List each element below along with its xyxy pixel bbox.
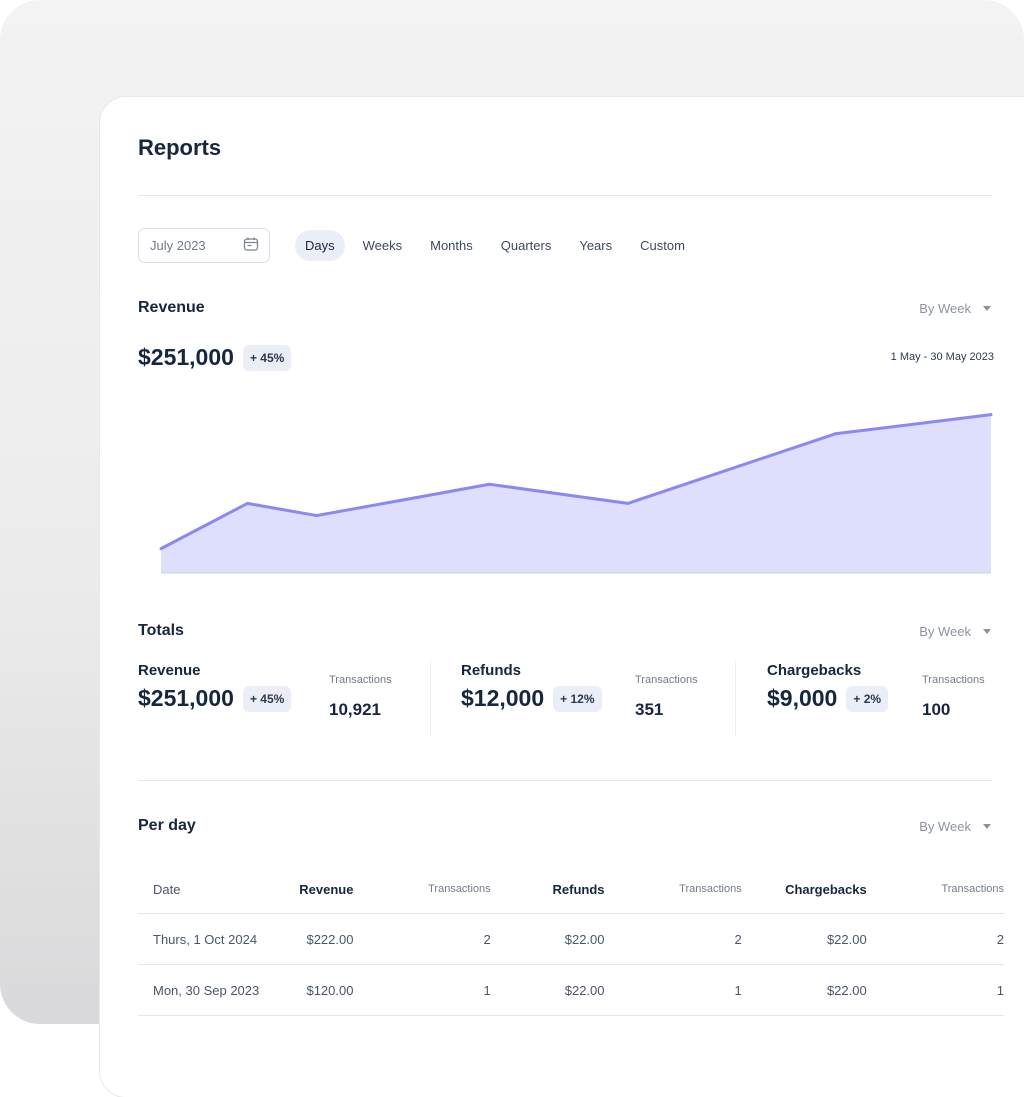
totals-refunds: Refunds $12,000 + 12% — [461, 662, 602, 712]
date-picker-input[interactable]: July 2023 — [138, 228, 270, 263]
group-by-label: By Week — [919, 301, 971, 316]
cell-revenue: $222.00 — [274, 913, 354, 965]
group-by-label: By Week — [919, 819, 971, 834]
cell-transactions: 2 — [604, 913, 742, 965]
per-day-title: Per day — [138, 817, 196, 834]
transactions-value: 10,921 — [329, 700, 381, 719]
header-divider — [138, 195, 992, 196]
section-divider — [138, 780, 992, 781]
transactions-value: 100 — [922, 700, 951, 719]
revenue-change-badge: + 45% — [242, 344, 292, 371]
tab-days[interactable]: Days — [295, 230, 345, 261]
chart-point[interactable] — [626, 501, 630, 505]
period-tabs: Days Weeks Months Quarters Years Custom — [295, 230, 703, 261]
totals-value: $12,000 — [461, 685, 545, 711]
transactions-label: Transactions — [922, 674, 985, 686]
cell-revenue: $120.00 — [274, 964, 354, 1016]
caret-down-icon — [983, 306, 991, 311]
tab-years[interactable]: Years — [569, 230, 622, 261]
chart-point[interactable] — [488, 482, 492, 486]
chart-point[interactable] — [989, 413, 993, 417]
change-badge: + 12% — [553, 685, 602, 712]
chart-area-fill — [161, 414, 991, 573]
totals-title: Totals — [138, 622, 184, 639]
revenue-total: $251,000 — [138, 344, 234, 370]
tab-quarters[interactable]: Quarters — [491, 230, 562, 261]
cell-chargebacks: $22.00 — [741, 913, 867, 965]
column-divider — [430, 661, 431, 736]
chart-point[interactable] — [159, 547, 163, 551]
totals-label: Revenue — [138, 662, 201, 679]
chart-point[interactable] — [833, 432, 837, 436]
chart-point[interactable] — [315, 514, 319, 518]
table-row[interactable]: Thurs, 1 Oct 2024 $222.00 2 $22.00 2 $22… — [138, 913, 1004, 965]
calendar-icon[interactable] — [243, 236, 259, 255]
change-badge: + 45% — [242, 685, 292, 712]
page-title: Reports — [138, 135, 222, 160]
totals-value: $9,000 — [767, 685, 838, 711]
cell-refunds: $22.00 — [490, 913, 605, 965]
col-header-refunds[interactable]: Refunds — [491, 865, 605, 914]
chart-point[interactable] — [245, 501, 249, 505]
cell-date: Mon, 30 Sep 2023 — [138, 964, 275, 1016]
column-divider — [735, 661, 736, 736]
col-header-transactions[interactable]: Transactions — [867, 865, 1004, 914]
date-value: July 2023 — [150, 238, 206, 253]
cell-transactions: 2 — [353, 913, 491, 965]
col-header-chargebacks[interactable]: Chargebacks — [742, 865, 867, 914]
caret-down-icon — [983, 824, 991, 829]
cell-refunds: $22.00 — [490, 964, 605, 1016]
totals-label: Chargebacks — [767, 662, 862, 679]
totals-chargebacks: Chargebacks $9,000 + 2% — [767, 662, 889, 712]
tab-months[interactable]: Months — [420, 230, 483, 261]
change-badge: + 2% — [846, 685, 889, 712]
totals-group-by-dropdown[interactable]: By Week — [919, 624, 994, 639]
col-header-transactions[interactable]: Transactions — [605, 865, 742, 914]
caret-down-icon — [983, 629, 991, 634]
reports-card: Reports July 2023 Days Weeks Months Quar… — [100, 97, 1024, 1097]
revenue-area-chart — [159, 413, 993, 574]
col-header-transactions[interactable]: Transactions — [353, 865, 491, 914]
revenue-group-by-dropdown[interactable]: By Week — [919, 301, 994, 316]
totals-value: $251,000 — [138, 685, 234, 711]
transactions-label: Transactions — [329, 674, 392, 686]
tab-weeks[interactable]: Weeks — [353, 230, 413, 261]
cell-date: Thurs, 1 Oct 2024 — [138, 913, 275, 965]
per-day-group-by-dropdown[interactable]: By Week — [919, 819, 994, 834]
col-header-date[interactable]: Date — [138, 865, 274, 914]
per-day-table: Date Revenue Transactions Refunds Transa… — [138, 865, 1004, 1016]
transactions-label: Transactions — [635, 674, 698, 686]
revenue-summary: $251,000 + 45% — [138, 344, 292, 371]
cell-transactions: 1 — [604, 964, 742, 1016]
col-header-revenue[interactable]: Revenue — [274, 865, 353, 914]
transactions-value: 351 — [635, 700, 664, 719]
totals-label: Refunds — [461, 662, 521, 679]
cell-transactions: 1 — [866, 964, 1004, 1016]
cell-transactions: 2 — [866, 913, 1004, 965]
revenue-title: Revenue — [138, 299, 205, 316]
table-header-row: Date Revenue Transactions Refunds Transa… — [138, 865, 1004, 914]
cell-chargebacks: $22.00 — [741, 964, 867, 1016]
group-by-label: By Week — [919, 624, 971, 639]
totals-revenue: Revenue $251,000 + 45% — [138, 662, 292, 712]
tab-custom[interactable]: Custom — [630, 230, 695, 261]
table-row[interactable]: Mon, 30 Sep 2023 $120.00 1 $22.00 1 $22.… — [138, 964, 1004, 1016]
date-range: 1 May - 30 May 2023 — [890, 351, 994, 363]
cell-transactions: 1 — [353, 964, 491, 1016]
